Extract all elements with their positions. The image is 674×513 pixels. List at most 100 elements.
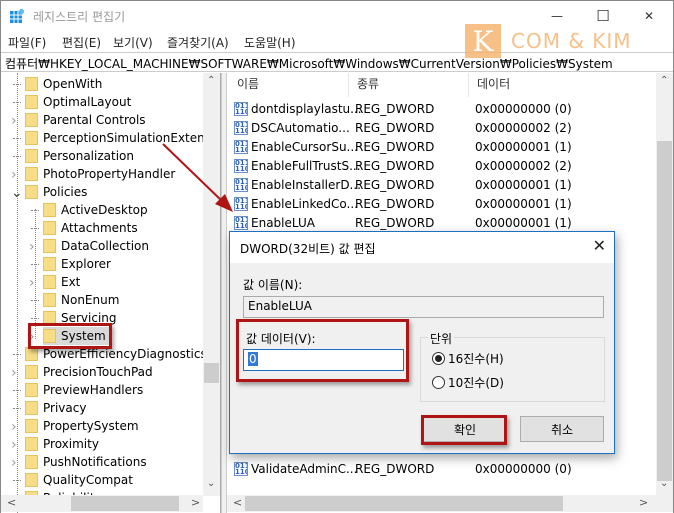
folder-icon: [25, 185, 38, 199]
scroll-up-icon[interactable]: ⌃: [660, 75, 668, 86]
dialog-close-icon[interactable]: ✕: [593, 236, 606, 255]
radio-checked-icon: [432, 352, 445, 365]
tree-item[interactable]: OptimalLayout: [25, 93, 131, 111]
value-name: dontdisplaylastu...: [251, 101, 362, 116]
radio-hexadecimal[interactable]: 16진수(H): [432, 350, 504, 367]
folder-icon: [25, 455, 38, 469]
tree-item[interactable]: Attachments: [43, 219, 138, 237]
radio-decimal[interactable]: 10진수(D): [432, 374, 504, 391]
tree-scroll-thumb[interactable]: [204, 363, 219, 383]
registry-value-row[interactable]: 011110ValidateAdminC...REG_DWORD 0x000000…: [227, 459, 655, 478]
tree-item[interactable]: PropertySystem: [25, 417, 139, 435]
tree-item[interactable]: NonEnum: [43, 291, 119, 309]
registry-value-row[interactable]: 011110dontdisplaylastu...REG_DWORD 0x0000…: [227, 99, 655, 118]
reg-dword-icon: 011110: [234, 461, 248, 476]
tree-item-label: DataCollection: [61, 239, 150, 253]
tree-item[interactable]: ActiveDesktop: [43, 201, 148, 219]
collapsed-chevron-icon[interactable]: ›: [11, 167, 17, 183]
menu-help[interactable]: 도움말(H): [244, 34, 296, 51]
folder-icon: [25, 149, 38, 163]
scroll-right-icon[interactable]: >: [191, 496, 200, 509]
scroll-left-icon[interactable]: <: [233, 496, 242, 509]
list-hscrollbar[interactable]: < >: [227, 495, 673, 512]
folder-icon: [25, 365, 38, 379]
list-hscroll-thumb[interactable]: [245, 496, 563, 511]
menu-file[interactable]: 파일(F): [8, 34, 46, 51]
reg-dword-icon: 011110: [234, 101, 248, 116]
value-data: 0x00000000 (0): [475, 461, 572, 476]
value-type: REG_DWORD: [355, 101, 435, 116]
registry-value-row[interactable]: 011110EnableInstallerD...REG_DWORD0x0000…: [227, 175, 655, 194]
watermark-text: COM & KIM: [511, 29, 632, 53]
scroll-right-icon[interactable]: >: [639, 496, 648, 509]
tree-item-label: Ext: [61, 275, 81, 289]
tree-item[interactable]: QualityCompat: [25, 471, 133, 489]
collapsed-chevron-icon[interactable]: ›: [11, 365, 17, 381]
tree-item[interactable]: PrecisionTouchPad: [25, 363, 153, 381]
column-header-name[interactable]: 이름: [237, 75, 259, 92]
registry-value-row[interactable]: 011110EnableCursorSu...REG_DWORD0x000000…: [227, 137, 655, 156]
tree-connector-line: [35, 209, 36, 339]
column-header-type[interactable]: 종류: [357, 75, 379, 92]
tree-item-label: PreviewHandlers: [43, 383, 144, 397]
tree-item[interactable]: Parental Controls: [25, 111, 146, 129]
collapsed-chevron-icon[interactable]: ›: [11, 455, 17, 471]
value-type: REG_DWORD: [355, 461, 435, 476]
folder-icon: [25, 473, 38, 487]
value-data: 0x00000000 (0): [475, 101, 572, 116]
cancel-label: 취소: [550, 422, 574, 437]
collapsed-chevron-icon[interactable]: ›: [29, 239, 35, 255]
folder-icon: [25, 419, 38, 433]
tree-item[interactable]: DataCollection: [43, 237, 149, 255]
menu-favorites[interactable]: 즐겨찾기(A): [167, 34, 229, 51]
value-type: REG_DWORD: [355, 196, 435, 211]
value-type: REG_DWORD: [355, 158, 435, 173]
tree-item-label: OpenWith: [43, 77, 103, 91]
folder-icon: [25, 77, 38, 91]
tree-item[interactable]: PreviewHandlers: [25, 381, 143, 399]
tree-item[interactable]: OpenWith: [25, 75, 102, 93]
value-data: 0x00000001 (1): [475, 196, 572, 211]
registry-value-row[interactable]: 011110EnableFullTrustS...REG_DWORD0x0000…: [227, 156, 655, 175]
collapsed-chevron-icon[interactable]: ›: [11, 419, 17, 435]
highlight-ok-button: [421, 415, 507, 445]
menu-edit[interactable]: 편집(E): [62, 34, 101, 51]
list-vscrollbar[interactable]: ⌃ ⌄: [656, 73, 673, 496]
base-group-label: 단위: [428, 330, 455, 347]
folder-icon: [25, 383, 38, 397]
value-data: 0x00000001 (1): [475, 139, 572, 154]
tree-item[interactable]: Ext: [43, 273, 80, 291]
column-divider[interactable]: [468, 73, 469, 97]
tree-item[interactable]: Policies: [25, 183, 87, 201]
scroll-down-icon[interactable]: ⌄: [660, 478, 668, 489]
scroll-down-icon[interactable]: ⌄: [207, 478, 215, 489]
cancel-button[interactable]: 취소: [520, 416, 604, 442]
close-button[interactable]: ✕: [626, 1, 672, 31]
folder-icon: [43, 293, 56, 307]
tree-item[interactable]: Privacy: [25, 399, 86, 417]
collapsed-chevron-icon[interactable]: ›: [11, 437, 17, 453]
tree-item-label: PushNotifications: [43, 455, 147, 469]
scroll-up-icon[interactable]: ⌃: [207, 75, 215, 86]
value-name: DSCAutomatio...: [251, 120, 350, 135]
tree-hscroll-thumb[interactable]: [71, 496, 179, 511]
menu-view[interactable]: 보기(V): [113, 34, 153, 51]
tree-item[interactable]: Personalization: [25, 147, 134, 165]
collapsed-chevron-icon[interactable]: ›: [11, 113, 17, 129]
registry-value-row[interactable]: 011110DSCAutomatio... REG_DWORD 0x00000002…: [227, 118, 655, 137]
tree-item-label: Parental Controls: [43, 113, 146, 127]
column-divider[interactable]: [348, 73, 349, 97]
tree-item-label: NonEnum: [61, 293, 120, 307]
registry-value-row[interactable]: 011110EnableLinkedCo...REG_DWORD0x000000…: [227, 194, 655, 213]
value-data: 0x00000001 (1): [475, 177, 572, 192]
tree-item[interactable]: PushNotifications: [25, 453, 147, 471]
registry-value-row[interactable]: 011110EnableLUA REG_DWORD 0x00000001 (1): [227, 213, 655, 232]
list-scroll-thumb[interactable]: [657, 141, 672, 481]
scroll-left-icon[interactable]: <: [7, 496, 16, 509]
tree-item[interactable]: Explorer: [43, 255, 111, 273]
collapsed-chevron-icon[interactable]: ›: [29, 275, 35, 291]
tree-item-label: QualityCompat: [43, 473, 133, 487]
tree-item[interactable]: Proximity: [25, 435, 99, 453]
tree-hscrollbar[interactable]: < >: [1, 495, 203, 512]
column-header-data[interactable]: 데이터: [477, 75, 510, 92]
